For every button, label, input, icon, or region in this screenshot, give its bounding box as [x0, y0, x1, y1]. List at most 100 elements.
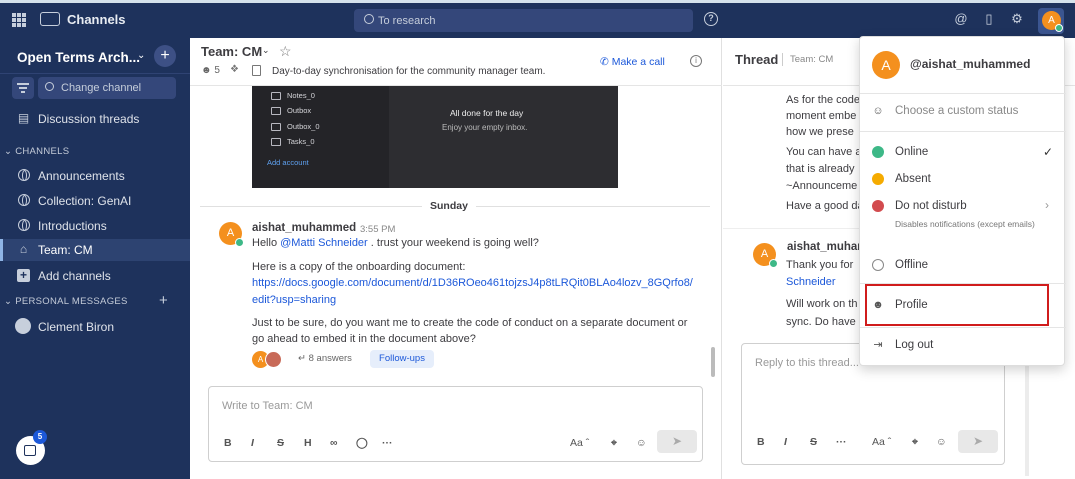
strikethrough-icon[interactable]: S	[277, 437, 284, 449]
mention-link[interactable]: Schneider	[786, 275, 836, 290]
section-label: PERSONAL MESSAGES	[15, 296, 128, 307]
search-bar[interactable]: To research	[354, 9, 693, 32]
avatar[interactable]: A	[219, 222, 244, 247]
sidebar-item-label: Clement Biron	[38, 320, 115, 334]
attachment-icon[interactable]: ⌖	[912, 436, 918, 449]
member-count[interactable]: ☻ 5	[201, 65, 220, 76]
sidebar-item-label: Announcements	[38, 169, 125, 183]
link-icon[interactable]: ∞	[330, 437, 338, 449]
strikethrough-icon[interactable]: S	[810, 436, 817, 448]
help-icon[interactable]: ?	[704, 12, 718, 26]
status-online-item[interactable]: Online ✓	[860, 143, 1066, 163]
avatar-letter: A	[760, 248, 769, 260]
divider	[0, 73, 190, 74]
chevron-right-icon: ›	[1045, 198, 1049, 212]
settings-gear-icon[interactable]: ⚙	[1010, 12, 1024, 26]
sidebar-item-add-channels[interactable]: + Add channels	[0, 265, 190, 287]
section-label: CHANNELS	[15, 146, 70, 157]
avatar: A	[872, 51, 900, 79]
filter-icon[interactable]	[12, 77, 34, 99]
thread-title: Thread	[735, 52, 779, 67]
document-link[interactable]: https://docs.google.com/document/d/1D36R…	[252, 276, 693, 291]
dnd-status-icon	[872, 200, 884, 212]
menu-item-label: Log out	[895, 339, 934, 351]
mentions-icon[interactable]: @	[954, 12, 968, 26]
reply-avatars[interactable]: A	[252, 351, 286, 369]
attachment-icon[interactable]: ⌖	[611, 437, 617, 450]
more-icon[interactable]: ···	[382, 437, 393, 449]
online-status-dot	[769, 259, 778, 268]
sidebar-item-announcements[interactable]: Announcements	[0, 165, 190, 187]
send-button[interactable]: ➤	[657, 430, 697, 453]
notification-badge: 5	[33, 430, 47, 444]
search-icon	[364, 14, 374, 24]
user-avatar-button[interactable]: A	[1038, 8, 1064, 34]
post-time[interactable]: 3:55 PM	[360, 224, 395, 235]
sidebar-item-introductions[interactable]: Introductions	[0, 215, 190, 237]
plus-icon: +	[17, 269, 30, 282]
sidebar-item-clement-biron[interactable]: Clement Biron	[0, 316, 190, 338]
heading-icon[interactable]: H	[304, 437, 312, 449]
notifications-button[interactable]: 5	[16, 430, 47, 465]
chevron-down-icon[interactable]: ⌄	[262, 45, 270, 56]
bold-icon[interactable]: B	[224, 437, 232, 449]
personal-messages-section-header[interactable]: ⌄ PERSONAL MESSAGES	[4, 296, 128, 307]
italic-icon[interactable]: I	[784, 436, 787, 448]
scrollbar[interactable]	[711, 347, 715, 377]
chevron-down-icon[interactable]: ⌄	[137, 50, 145, 61]
add-button[interactable]: +	[154, 45, 176, 67]
change-channel-button[interactable]: Change channel	[38, 77, 176, 99]
threads-icon: ▤	[17, 111, 30, 125]
message-input[interactable]: Write to Team: CM B I S H ∞ ◯ ··· Aa ˆ ⌖…	[208, 386, 703, 462]
thread-channel[interactable]: Team: CM	[790, 54, 833, 65]
channel-title[interactable]: Team: CM	[201, 44, 262, 59]
sidebar-item-label: Discussion threads	[38, 112, 140, 126]
channel-purpose: Day-to-day synchronisation for the commu…	[272, 66, 546, 77]
star-icon[interactable]: ☆	[279, 43, 292, 60]
format-toggle[interactable]: Aa ˆ	[570, 437, 589, 449]
channels-section-header[interactable]: ⌄ CHANNELS	[4, 146, 69, 157]
product-menu-icon[interactable]	[12, 13, 26, 27]
follow-ups-button[interactable]: Follow-ups	[370, 350, 434, 368]
add-message-icon[interactable]: +	[159, 292, 168, 309]
make-call-button[interactable]: ✆ Make a call	[600, 56, 665, 68]
avatar[interactable]: A	[753, 243, 778, 268]
message-placeholder: Write to Team: CM	[222, 400, 313, 412]
channel-view: Team: CM ⌄ ☆ ☻ 5 ❖ Day-to-day synchronis…	[190, 38, 722, 479]
sidebar-item-collection-genai[interactable]: Collection: GenAI	[0, 190, 190, 212]
pin-icon[interactable]: ❖	[230, 64, 239, 75]
more-icon[interactable]: ···	[836, 436, 847, 448]
document-link[interactable]: edit?usp=sharing	[252, 293, 336, 308]
custom-status-item[interactable]: ☺ Choose a custom status	[860, 102, 1066, 122]
status-offline-item[interactable]: Offline	[860, 256, 1066, 276]
online-status-dot	[235, 238, 244, 247]
team-name[interactable]: Open Terms Arch...	[17, 50, 140, 65]
sidebar-item-threads[interactable]: ▤ Discussion threads	[0, 108, 190, 130]
send-button[interactable]: ➤	[958, 430, 998, 453]
folder-item: Outbox	[271, 106, 311, 115]
status-dnd-item[interactable]: Do not disturb ›	[860, 197, 1066, 217]
bold-icon[interactable]: B	[757, 436, 765, 448]
status-absent-item[interactable]: Absent	[860, 170, 1066, 190]
info-icon[interactable]: i	[690, 55, 702, 67]
divider	[860, 327, 1066, 328]
date-label: Sunday	[422, 200, 476, 212]
product-title[interactable]: Channels	[67, 12, 126, 27]
email-screenshot-image[interactable]: Notes_0 Outbox Outbox_0 Tasks_0 Add acco…	[252, 86, 618, 188]
logout-item[interactable]: ⇥ Log out	[860, 336, 1066, 356]
format-toggle[interactable]: Aa ˆ	[872, 436, 891, 448]
document-icon[interactable]	[252, 65, 261, 76]
thread-line: You can have a	[786, 146, 862, 158]
post-line: Here is a copy of the onboarding documen…	[252, 261, 466, 273]
saved-icon[interactable]: ▯	[982, 12, 996, 26]
clock-icon[interactable]: ◯	[356, 437, 368, 449]
italic-icon[interactable]: I	[251, 437, 254, 449]
post-author[interactable]: aishat_muhammed	[252, 222, 356, 234]
mention-link[interactable]: @Matti Schneider	[280, 237, 368, 249]
answers-link[interactable]: ↵ 8 answers	[298, 353, 352, 364]
emoji-icon[interactable]: ☺	[636, 437, 647, 449]
sidebar-item-team-cm[interactable]: ⌂ Team: CM	[0, 239, 190, 261]
divider	[860, 131, 1066, 132]
online-status-icon	[872, 146, 884, 158]
emoji-icon[interactable]: ☺	[936, 436, 947, 448]
